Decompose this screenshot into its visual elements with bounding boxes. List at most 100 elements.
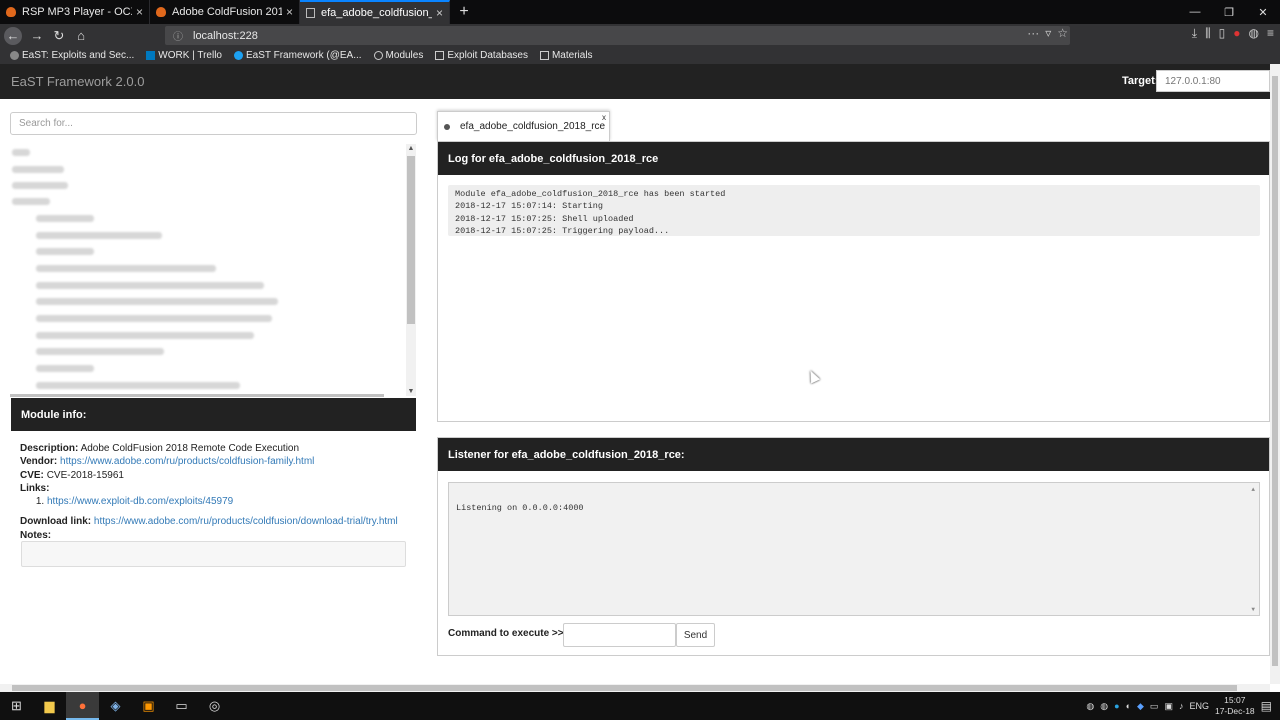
tree-node[interactable] — [36, 232, 162, 239]
tree-node[interactable] — [36, 298, 278, 305]
forward-icon[interactable]: → — [26, 25, 48, 47]
scroll-down-icon[interactable]: ▼ — [1251, 606, 1255, 613]
tree-node[interactable] — [12, 198, 50, 205]
listener-heading: Listener for efa_adobe_coldfusion_2018_r… — [438, 438, 1269, 471]
download-icon[interactable]: ⤓ — [1192, 26, 1197, 41]
tree-horizontal-scrollbar[interactable] — [10, 394, 384, 397]
home-icon[interactable]: ⌂ — [70, 25, 92, 47]
tree-node[interactable] — [36, 265, 216, 272]
tree-node[interactable] — [12, 166, 64, 173]
module-tree[interactable] — [10, 144, 416, 394]
network-icon[interactable]: ▣ — [1164, 701, 1173, 712]
browser-nav-bar: ← → ↻ ⌂ ⓘ localhost:228 ··· ▿ ☆ ⤓ ⫼ ▯ ● … — [0, 24, 1280, 47]
dropbox-icon[interactable]: ◆ — [1137, 701, 1144, 712]
page-horizontal-scrollbar[interactable] — [0, 684, 1270, 692]
telegram-icon[interactable]: ● — [1114, 701, 1119, 711]
browser-tab-3[interactable]: efa_adobe_coldfusion_2018_rce × — [300, 0, 450, 24]
exploit-db-link[interactable]: https://www.exploit-db.com/exploits/4597… — [47, 496, 233, 507]
close-icon[interactable]: × — [436, 6, 443, 20]
volume-icon[interactable]: ♪ — [1179, 701, 1184, 711]
scroll-down-icon[interactable]: ▼ — [406, 388, 416, 395]
minimize-icon[interactable]: — — [1178, 0, 1212, 24]
bookmark-exploit-databases[interactable]: Exploit Databases — [435, 50, 528, 61]
notifications-icon[interactable]: ▤ — [1261, 699, 1272, 713]
close-icon[interactable]: x — [602, 113, 606, 122]
notes-field[interactable] — [21, 541, 406, 567]
scroll-up-icon[interactable]: ▲ — [406, 145, 416, 152]
tree-node[interactable] — [36, 332, 254, 339]
bookmark-twitter[interactable]: EaST Framework (@EA... — [234, 50, 362, 61]
sidebar-icon[interactable]: ▯ — [1219, 26, 1226, 41]
bookmark-label: WORK | Trello — [158, 50, 222, 61]
tree-node[interactable] — [12, 149, 30, 156]
description-row: Description: Adobe ColdFusion 2018 Remot… — [20, 442, 420, 455]
close-window-icon[interactable]: ✕ — [1246, 0, 1280, 24]
module-tab[interactable]: efa_adobe_coldfusion_2018_rce x — [437, 111, 610, 141]
taskbar-clock[interactable]: 15:07 17-Dec-18 — [1215, 695, 1255, 717]
file-explorer-icon[interactable]: ▆ — [33, 692, 66, 720]
listener-panel: Listener for efa_adobe_coldfusion_2018_r… — [437, 437, 1270, 656]
obs-icon[interactable]: ◎ — [198, 692, 231, 720]
bookmark-materials[interactable]: Materials — [539, 50, 593, 61]
page-actions-icon[interactable]: ··· — [1027, 26, 1039, 40]
back-icon[interactable]: ← — [4, 26, 22, 45]
tree-scrollbar[interactable]: ▲ ▼ — [406, 144, 416, 396]
tree-node[interactable] — [36, 248, 94, 255]
tray-app-icon[interactable]: ◐ — [1126, 701, 1131, 711]
scrollbar-thumb[interactable] — [12, 685, 1237, 691]
clock-time: 15:07 — [1224, 695, 1246, 705]
tray-app-icon[interactable]: ◍ — [1100, 701, 1108, 712]
ublock-icon[interactable]: ● — [1233, 26, 1240, 41]
command-input[interactable] — [563, 623, 676, 647]
close-icon[interactable]: × — [136, 5, 143, 19]
tree-node[interactable] — [36, 348, 164, 355]
scroll-up-icon[interactable]: ▲ — [1251, 486, 1255, 493]
reload-icon[interactable]: ↻ — [48, 25, 70, 47]
windows-start-icon[interactable]: ⊞ — [0, 692, 33, 720]
tree-node[interactable] — [36, 315, 272, 322]
url-actions: ··· ▿ ☆ — [1027, 26, 1068, 40]
log-heading: Log for efa_adobe_coldfusion_2018_rce — [438, 142, 1269, 175]
page-icon — [306, 8, 315, 18]
sublime-text-icon[interactable]: ▣ — [132, 692, 165, 720]
download-link[interactable]: https://www.adobe.com/ru/products/coldfu… — [94, 516, 398, 527]
pocket-icon[interactable]: ▿ — [1045, 26, 1051, 40]
send-button[interactable]: Send — [676, 623, 715, 647]
bookmark-modules[interactable]: Modules — [373, 50, 423, 61]
module-search-input[interactable]: Search for... — [10, 112, 417, 135]
links-list: https://www.exploit-db.com/exploits/4597… — [47, 495, 420, 508]
new-tab-button[interactable]: + — [450, 0, 478, 24]
virtualbox-icon[interactable]: ◈ — [99, 692, 132, 720]
bookmarks-bar: EaST: Exploits and Sec... WORK | Trello … — [0, 47, 1280, 64]
menu-icon[interactable]: ≡ — [1267, 26, 1274, 41]
url-bar[interactable]: ⓘ localhost:228 — [165, 26, 1070, 45]
browser-tab-1[interactable]: RSP MP3 Player - OCX ActiveX × — [0, 0, 150, 24]
scrollbar-thumb[interactable] — [407, 156, 415, 324]
tree-node[interactable] — [36, 215, 94, 222]
page-vertical-scrollbar[interactable] — [1270, 64, 1280, 684]
tree-node[interactable] — [36, 282, 264, 289]
tree-node[interactable] — [36, 382, 240, 389]
system-tray: ◍ ◍ ● ◐ ◆ ▭ ▣ ♪ ENG 15:07 17-Dec-18 ▤ — [1086, 692, 1280, 720]
bookmark-star-icon[interactable]: ☆ — [1057, 26, 1068, 40]
terminal-icon[interactable]: ▭ — [165, 692, 198, 720]
tray-app-icon[interactable]: ◍ — [1086, 701, 1094, 712]
scrollbar-thumb[interactable] — [1272, 76, 1278, 666]
tree-node[interactable] — [12, 182, 68, 189]
globe-icon[interactable]: ◍ — [1249, 26, 1259, 41]
firefox-icon[interactable]: ● — [66, 692, 99, 720]
vendor-link[interactable]: https://www.adobe.com/ru/products/coldfu… — [60, 456, 314, 467]
browser-tab-2[interactable]: Adobe ColdFusion 2018 - Arbi × — [150, 0, 300, 24]
app-brand[interactable]: EaST Framework 2.0.0 — [11, 74, 144, 89]
close-icon[interactable]: × — [286, 5, 293, 19]
listener-output[interactable]: Listening on 0.0.0.0:4000 ▲ ▼ — [448, 482, 1260, 616]
tree-node[interactable] — [36, 365, 94, 372]
battery-icon[interactable]: ▭ — [1150, 701, 1159, 712]
bookmark-east-exploits[interactable]: EaST: Exploits and Sec... — [10, 50, 134, 61]
library-icon[interactable]: ⫼ — [1205, 26, 1211, 41]
target-input[interactable] — [1156, 70, 1270, 92]
language-indicator[interactable]: ENG — [1189, 701, 1209, 711]
browser-tab-bar: RSP MP3 Player - OCX ActiveX × Adobe Col… — [0, 0, 1280, 24]
restore-icon[interactable]: ❐ — [1212, 0, 1246, 24]
bookmark-trello[interactable]: WORK | Trello — [146, 50, 222, 61]
